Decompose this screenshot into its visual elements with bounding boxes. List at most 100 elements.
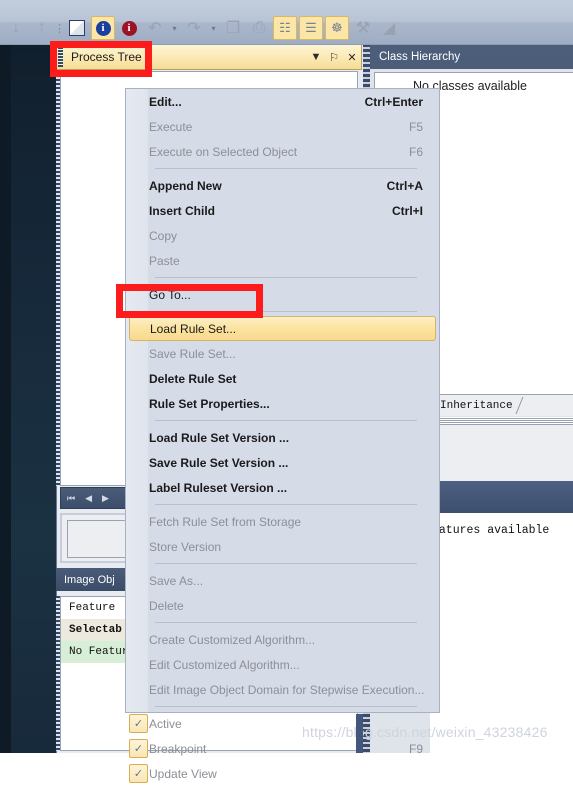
menu-separator bbox=[155, 277, 417, 278]
menu-separator bbox=[155, 504, 417, 505]
inheritance-header-lines bbox=[430, 417, 573, 425]
pin-icon[interactable]: ⚐ bbox=[325, 46, 343, 68]
menu-item-shortcut: Ctrl+Enter bbox=[364, 94, 423, 109]
menu-item-label: Active bbox=[149, 716, 182, 731]
measure-icon[interactable]: ◢ bbox=[377, 16, 401, 40]
menu-separator bbox=[155, 420, 417, 421]
inheritance-tab-row: Inheritance bbox=[430, 394, 573, 416]
class-hierarchy-title: Class Hierarchy bbox=[379, 50, 461, 63]
menu-item-edit[interactable]: Edit... Ctrl+Enter bbox=[126, 89, 439, 114]
menu-item-shortcut: F5 bbox=[408, 119, 423, 134]
tab-inheritance[interactable]: Inheritance bbox=[436, 396, 527, 415]
menu-item-create-customized-algorithm[interactable]: Create Customized Algorithm... bbox=[126, 627, 439, 652]
menu-item-label: Delete Rule Set bbox=[149, 371, 237, 386]
menu-item-execute[interactable]: Execute F5 bbox=[126, 114, 439, 139]
menu-item-label: Execute on Selected Object bbox=[149, 144, 298, 159]
features-titlebar[interactable] bbox=[430, 481, 573, 513]
info-blue-icon[interactable]: i bbox=[91, 16, 115, 40]
menu-item-delete[interactable]: Delete bbox=[126, 593, 439, 618]
nav-first-icon[interactable]: ⏮ bbox=[67, 493, 75, 504]
menu-item-shortcut: F6 bbox=[408, 144, 423, 159]
image-object-title: Image Obj bbox=[64, 573, 115, 586]
menu-item-save-as[interactable]: Save As... bbox=[126, 568, 439, 593]
undo-icon[interactable]: ↶ bbox=[143, 16, 167, 40]
nav-next-icon[interactable]: ▶ bbox=[102, 493, 109, 504]
checkmark-icon[interactable]: ✓ bbox=[129, 739, 148, 758]
menu-item-copy[interactable]: Copy bbox=[126, 223, 439, 248]
menu-item-update-view[interactable]: ✓ Update View bbox=[126, 761, 439, 786]
undo-dropdown-icon[interactable]: ▾ bbox=[169, 16, 180, 40]
view-settings-icon[interactable]: ☸ bbox=[325, 16, 349, 40]
menu-item-delete-rule-set[interactable]: Delete Rule Set bbox=[126, 366, 439, 391]
menu-separator bbox=[155, 168, 417, 169]
close-icon[interactable]: ✕ bbox=[343, 46, 361, 68]
menu-item-save-rule-set[interactable]: Save Rule Set... bbox=[126, 341, 439, 366]
menu-item-label: Rule Set Properties... bbox=[149, 396, 270, 411]
menu-item-label: Execute bbox=[149, 119, 193, 134]
menu-separator bbox=[155, 622, 417, 623]
menu-item-append-new[interactable]: Append New Ctrl+A bbox=[126, 173, 439, 198]
inheritance-tab-label: Inheritance bbox=[440, 399, 513, 412]
watermark: https://blog.csdn.net/weixin_43238426 bbox=[302, 724, 548, 740]
scrollbar-thumb[interactable] bbox=[356, 714, 363, 753]
menu-item-load-rule-set-version[interactable]: Load Rule Set Version ... bbox=[126, 425, 439, 450]
menu-item-label: Edit Image Object Domain for Stepwise Ex… bbox=[149, 682, 425, 697]
menu-separator bbox=[155, 563, 417, 564]
checkmark-icon[interactable]: ✓ bbox=[129, 764, 148, 783]
toolbar-grip: ⋮ bbox=[54, 22, 65, 35]
menu-item-execute-on-selected-object[interactable]: Execute on Selected Object F6 bbox=[126, 139, 439, 164]
chevron-down-icon[interactable]: ▼ bbox=[307, 46, 325, 68]
menu-item-shortcut: F9 bbox=[408, 741, 423, 756]
nav-prev-icon[interactable]: ◀ bbox=[85, 493, 92, 504]
paste-icon[interactable]: ⎙ bbox=[247, 16, 271, 40]
menu-item-insert-child[interactable]: Insert Child Ctrl+I bbox=[126, 198, 439, 223]
menu-item-label: Store Version bbox=[149, 539, 222, 554]
menu-item-label: Update View bbox=[149, 766, 217, 781]
menu-item-label: Breakpoint bbox=[149, 741, 207, 756]
menu-item-label: Load Rule Set... bbox=[150, 321, 237, 336]
toolbar-button-strip: ↓ ↑ ⋮ i i ↶ ▾ ↷ ▾ ❐ ⎙ ☷ ☰ ☸ ⚒ ◢ bbox=[0, 14, 484, 42]
menu-item-label: Save As... bbox=[149, 573, 204, 588]
menu-item-label: Save Rule Set... bbox=[149, 346, 236, 361]
menu-item-fetch-rule-set-from-storage[interactable]: Fetch Rule Set from Storage bbox=[126, 509, 439, 534]
process-tree-icon[interactable]: ☷ bbox=[273, 16, 297, 40]
menu-item-label: Insert Child bbox=[149, 203, 216, 218]
arrow-up-icon[interactable]: ↑ bbox=[30, 16, 54, 40]
menu-item-load-rule-set[interactable]: Load Rule Set... bbox=[129, 316, 436, 341]
menu-item-save-rule-set-version[interactable]: Save Rule Set Version ... bbox=[126, 450, 439, 475]
workspace-background-edge bbox=[0, 44, 11, 753]
tools-icon[interactable]: ⚒ bbox=[351, 16, 375, 40]
menu-item-paste[interactable]: Paste bbox=[126, 248, 439, 273]
class-hierarchy-titlebar[interactable]: Class Hierarchy bbox=[370, 44, 573, 69]
inheritance-panel-body bbox=[430, 425, 573, 482]
redo-dropdown-icon[interactable]: ▾ bbox=[208, 16, 219, 40]
menu-separator bbox=[155, 706, 417, 707]
menu-item-label: Edit Customized Algorithm... bbox=[149, 657, 300, 672]
menu-item-shortcut: Ctrl+I bbox=[391, 203, 423, 218]
checkmark-icon[interactable]: ✓ bbox=[129, 714, 148, 733]
features-empty-message: eatures available bbox=[432, 524, 550, 537]
menu-item-list: Edit... Ctrl+Enter Execute F5 Execute on Sel… bbox=[126, 89, 439, 786]
features-body bbox=[430, 513, 573, 753]
menu-item-label: Create Customized Algorithm... bbox=[149, 632, 316, 647]
annotation-box-process-tree-tab bbox=[50, 41, 152, 77]
menu-item-label-ruleset-version[interactable]: Label Ruleset Version ... bbox=[126, 475, 439, 500]
menu-item-rule-set-properties[interactable]: Rule Set Properties... bbox=[126, 391, 439, 416]
menu-item-label: Label Ruleset Version ... bbox=[149, 480, 288, 495]
menu-item-label: Copy bbox=[149, 228, 178, 243]
menu-item-edit-image-object-domain[interactable]: Edit Image Object Domain for Stepwise Ex… bbox=[126, 677, 439, 702]
arrow-down-icon[interactable]: ↓ bbox=[4, 16, 28, 40]
info-red-icon[interactable]: i bbox=[117, 16, 141, 40]
copy-icon[interactable]: ❐ bbox=[221, 16, 245, 40]
menu-item-label: Save Rule Set Version ... bbox=[149, 455, 289, 470]
main-toolbar: ↓ ↑ ⋮ i i ↶ ▾ ↷ ▾ ❐ ⎙ ☷ ☰ ☸ ⚒ ◢ bbox=[0, 0, 573, 45]
new-document-icon[interactable] bbox=[65, 16, 89, 40]
class-hierarchy-icon[interactable]: ☰ bbox=[299, 16, 323, 40]
menu-item-store-version[interactable]: Store Version bbox=[126, 534, 439, 559]
redo-icon[interactable]: ↷ bbox=[182, 16, 206, 40]
annotation-box-load-rule-set bbox=[116, 284, 263, 318]
process-tree-context-menu[interactable]: Edit... Ctrl+Enter Execute F5 Execute on Sel… bbox=[125, 88, 440, 783]
menu-item-label: Paste bbox=[149, 253, 180, 268]
menu-item-edit-customized-algorithm[interactable]: Edit Customized Algorithm... bbox=[126, 652, 439, 677]
menu-item-label: Edit... bbox=[149, 94, 182, 109]
